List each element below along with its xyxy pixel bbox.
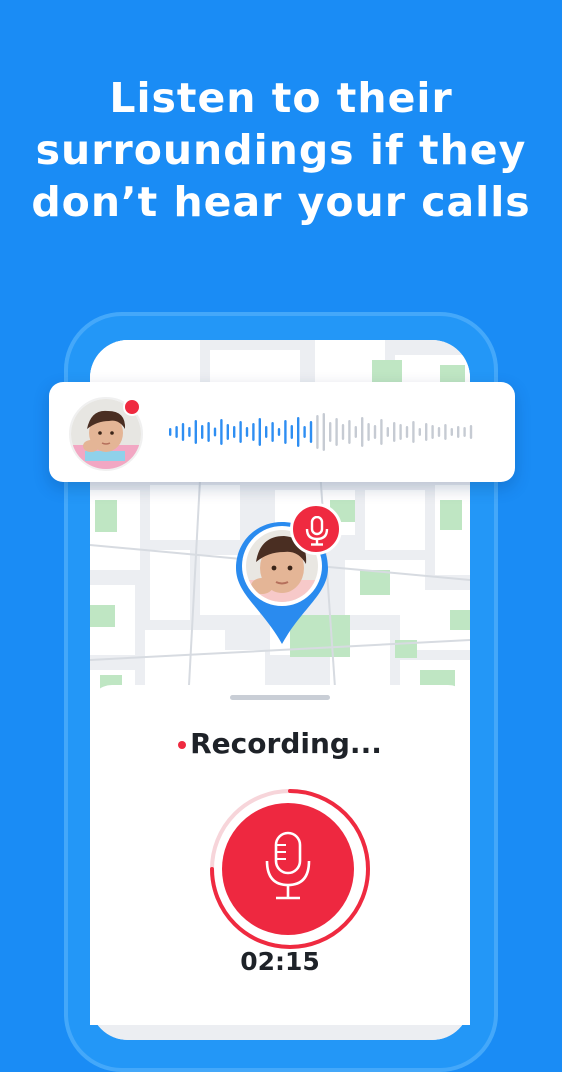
waveform-bar [239,421,242,443]
recording-sheet: Recording... 02:15 [90,685,470,1025]
waveform-bar [450,428,453,436]
waveform-bar [284,420,287,444]
waveform-bar [169,428,172,436]
waveform-bar [258,418,261,446]
waveform-bar [181,423,185,441]
waveform-bar [373,425,377,439]
waveform-bar [380,419,383,445]
waveform-bar [201,425,204,439]
waveform-bar [316,415,319,449]
waveform-bar [175,426,178,438]
live-indicator [123,398,141,416]
recording-timer: 02:15 [240,947,320,976]
recording-status: Recording... [90,727,470,760]
waveform-bar [399,424,402,440]
recording-status-label: Recording... [190,727,382,760]
waveform-bar [418,428,421,436]
waveform-bar [322,413,325,451]
waveform-bar [220,419,223,445]
live-audio-card[interactable] [49,382,515,482]
mic-badge [290,503,342,555]
sheet-handle[interactable] [230,695,330,700]
microphone-icon [305,516,329,546]
waveform-bar [457,426,460,438]
waveform-bar [354,426,357,438]
waveform-bar [297,417,300,447]
waveform-bar [348,420,351,444]
waveform-bar [463,427,466,437]
waveform-bar [252,423,255,441]
headline: Listen to their surroundings if they don… [0,72,562,228]
waveform-bar [329,422,332,442]
waveform-bar [265,426,268,438]
waveform-bar [393,422,396,442]
record-button[interactable] [222,803,354,935]
waveform-bar [412,421,415,443]
waveform-bar [469,425,473,439]
waveform-bar [405,426,409,438]
waveform-bar [367,423,370,441]
waveform-bar [277,428,281,436]
waveform-bar [226,424,229,440]
headline-line-2: surroundings if they [35,126,527,174]
headline-line-1: Listen to their [109,74,453,122]
waveform-bar [431,425,434,439]
audio-waveform[interactable] [167,402,477,462]
waveform-bar [207,422,210,442]
waveform-bar [386,427,389,437]
waveform-bar [361,417,364,447]
waveform-bar [335,418,338,446]
waveform-bar [444,424,447,440]
waveform-bar [188,427,191,437]
waveform-bar [341,424,345,440]
waveform-bar [245,427,249,437]
waveform-bar [303,426,306,438]
waveform-bar [213,427,217,437]
waveform-bar [425,423,428,441]
waveform-bar [271,422,274,442]
recording-dot [178,740,187,749]
waveform-bar [437,427,441,437]
microphone-icon [265,831,311,900]
waveform-bar [194,420,197,444]
waveform-bar [233,426,236,438]
waveform-bar [309,421,313,443]
headline-line-3: don’t hear your calls [31,178,531,226]
waveform-bar [290,425,293,439]
